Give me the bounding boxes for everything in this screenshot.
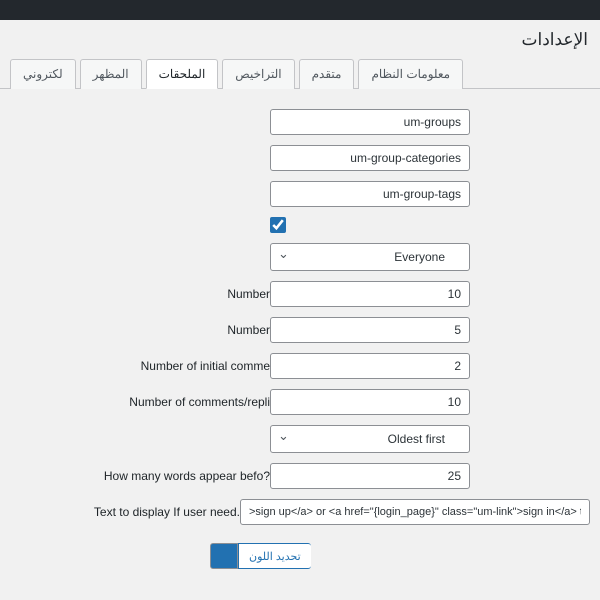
input-group-categories-slug[interactable] xyxy=(270,145,470,171)
settings-tabs: لكتروني المظهر الملحقات التراخيص متقدم م… xyxy=(0,58,600,89)
label-number-2: Number xyxy=(10,323,270,337)
input-initial-comments[interactable] xyxy=(270,353,470,379)
color-swatch[interactable] xyxy=(210,543,238,569)
input-comments-replies[interactable] xyxy=(270,389,470,415)
tab-extensions[interactable]: الملحقات xyxy=(146,59,219,89)
input-number-posts[interactable] xyxy=(270,281,470,307)
select-order[interactable]: Oldest first xyxy=(270,425,470,453)
tab-appearance[interactable]: المظهر xyxy=(80,59,142,89)
tab-system-info[interactable]: معلومات النظام xyxy=(358,59,463,89)
label-words-before: ?How many words appear befo xyxy=(10,469,270,483)
input-login-text[interactable] xyxy=(240,499,590,525)
tab-licenses[interactable]: التراخيص xyxy=(222,59,294,89)
select-visibility[interactable]: Everyone xyxy=(270,243,470,271)
label-login-text: .Text to display If user need xyxy=(10,505,240,519)
tab-email[interactable]: لكتروني xyxy=(10,59,76,89)
label-number-posts: Number xyxy=(10,287,270,301)
input-group-tags-slug[interactable] xyxy=(270,181,470,207)
tab-advanced[interactable]: متقدم xyxy=(299,59,355,89)
input-words-before[interactable] xyxy=(270,463,470,489)
input-number-2[interactable] xyxy=(270,317,470,343)
page-title: الإعدادات xyxy=(0,20,600,58)
input-groups-slug[interactable] xyxy=(270,109,470,135)
settings-form: Everyone Number Number Number of initial… xyxy=(0,89,600,569)
label-initial-comments: Number of initial comme xyxy=(10,359,270,373)
admin-topbar xyxy=(0,0,600,20)
checkbox-enable[interactable] xyxy=(270,217,286,233)
color-picker-button[interactable]: تحديد اللون xyxy=(238,543,311,569)
label-comments-replies: Number of comments/repli xyxy=(10,395,270,409)
